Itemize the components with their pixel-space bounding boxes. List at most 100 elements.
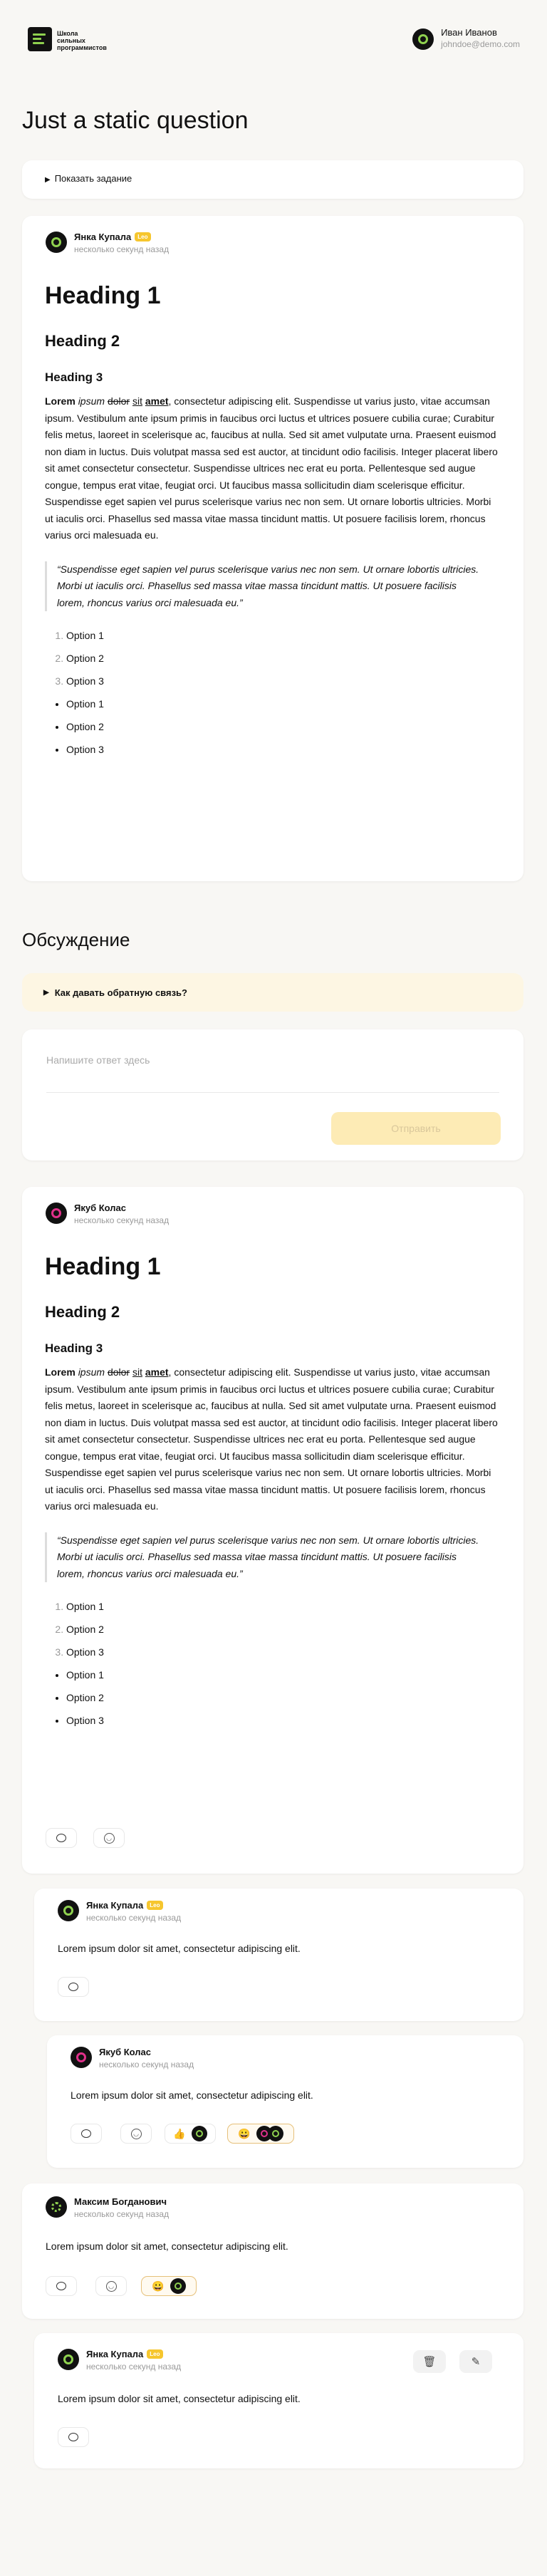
author-name[interactable]: Якуб Колас <box>99 2047 151 2057</box>
list-item: Option 1 <box>66 1595 501 1618</box>
blockquote: “Suspendisse eget sapien vel purus scele… <box>45 561 486 611</box>
list-item: Option 2 <box>66 647 501 670</box>
question-body: Heading 1 Heading 2 Heading 3 Lorem ipsu… <box>45 281 501 761</box>
top-header: Школа сильных программистов Иван Иванов … <box>0 0 547 80</box>
list-item: Option 3 <box>66 1709 501 1732</box>
author-avatar <box>46 2196 67 2218</box>
author-name[interactable]: Янка Купала <box>74 232 131 242</box>
list-item: Option 3 <box>66 670 501 692</box>
author-badge: Leo <box>135 232 151 242</box>
answer-form: Напишите ответ здесь Отправить <box>22 1029 523 1160</box>
comment-bubble-icon <box>56 2282 66 2290</box>
paragraph: Lorem ipsum dolor sit amet, consectetur … <box>45 1366 498 1512</box>
comment-text: Lorem ipsum dolor sit amet, consectetur … <box>71 2089 313 2101</box>
comment-bubble-icon <box>81 2129 91 2138</box>
comment-card: Янка Купала Leo несколько секунд назад 🗑 … <box>34 2333 523 2468</box>
brand-name: Школа сильных программистов <box>57 30 107 51</box>
user-avatar <box>412 28 434 50</box>
comment-bubble-icon <box>56 1834 66 1842</box>
reply-button[interactable] <box>46 1828 77 1848</box>
reply-button[interactable] <box>46 2276 77 2296</box>
comment-text: Lorem ipsum dolor sit amet, consectetur … <box>58 1943 301 1954</box>
comment-text: Lorem ipsum dolor sit amet, consectetur … <box>46 2240 288 2252</box>
heading-2: Heading 2 <box>45 332 120 350</box>
reactor-avatar <box>170 2278 186 2294</box>
add-reaction-button[interactable]: ◡ <box>93 1828 125 1848</box>
author-name[interactable]: Янка Купала <box>86 2349 143 2359</box>
post-time: несколько секунд назад <box>86 2362 182 2372</box>
comment-card: Янка Купала Leo несколько секунд назад Lo… <box>34 1889 523 2021</box>
user-menu[interactable]: Иван Иванов johndoe@demo.com <box>412 27 520 50</box>
heading-1: Heading 1 <box>45 282 161 309</box>
author-avatar <box>58 2349 79 2370</box>
ordered-list: Option 1 Option 2 Option 3 <box>45 624 501 692</box>
list-item: Option 2 <box>66 1618 501 1641</box>
comment-card: Максим Богданович несколько секунд назад… <box>22 2183 523 2319</box>
blockquote: “Suspendisse eget sapien vel purus scele… <box>45 1532 486 1582</box>
feedback-toggle[interactable]: ▶ Как давать обратную связь? <box>22 973 523 1012</box>
bullet-list: Option 1 Option 2 Option 3 <box>45 1663 501 1732</box>
author-avatar <box>46 1203 67 1224</box>
comment-text: Lorem ipsum dolor sit amet, consectetur … <box>58 2393 301 2404</box>
heading-3: Heading 3 <box>45 370 103 384</box>
reaction-thumbs-up[interactable]: 👍 <box>165 2124 216 2144</box>
heading-2: Heading 2 <box>45 1303 120 1321</box>
reaction-smile[interactable]: 😀 <box>141 2276 197 2296</box>
list-item: Option 2 <box>66 715 501 738</box>
list-item: Option 2 <box>66 1686 501 1709</box>
question-card: Янка Купала Leo несколько секунд назад He… <box>22 216 523 881</box>
author-avatar <box>58 1900 79 1921</box>
pencil-icon: ✎ <box>471 2356 481 2368</box>
submit-button[interactable]: Отправить <box>331 1112 501 1145</box>
triangle-right-icon: ▶ <box>45 176 51 184</box>
answer-input[interactable]: Напишите ответ здесь <box>46 1054 150 1066</box>
reply-button[interactable] <box>58 1977 89 1997</box>
comment-bubble-icon <box>68 1983 78 1991</box>
reply-button[interactable] <box>71 2124 102 2144</box>
comment-body: Heading 1 Heading 2 Heading 3 Lorem ipsu… <box>45 1252 501 1732</box>
author-name[interactable]: Якуб Колас <box>74 1203 126 1213</box>
grinning-face-icon: 😀 <box>152 2280 165 2292</box>
discussion-title: Обсуждение <box>22 929 130 950</box>
reaction-smile[interactable]: 😀 <box>227 2124 294 2144</box>
page-title: Just a static question <box>22 107 249 134</box>
post-time: несколько секунд назад <box>74 1215 170 1225</box>
list-item: Option 1 <box>66 692 501 715</box>
ordered-list: Option 1 Option 2 Option 3 <box>45 1595 501 1663</box>
reactor-avatar <box>267 2126 283 2141</box>
post-time: несколько секунд назад <box>99 2060 194 2069</box>
triangle-right-icon: ▶ <box>43 988 49 997</box>
thumbs-up-icon: 👍 <box>173 2127 186 2139</box>
post-time: несколько секунд назад <box>86 1913 182 1923</box>
author-avatar <box>71 2047 92 2068</box>
heading-1: Heading 1 <box>45 1253 161 1280</box>
author-badge: Leo <box>147 1901 163 1910</box>
edit-button[interactable]: ✎ <box>459 2350 492 2373</box>
reply-button[interactable] <box>58 2427 89 2447</box>
grinning-face-icon: 😀 <box>238 2127 251 2139</box>
task-toggle-label: Показать задание <box>54 173 132 184</box>
delete-button[interactable]: 🗑 <box>413 2350 446 2373</box>
emoji-smile-icon: ◡ <box>103 1832 115 1844</box>
author-badge: Leo <box>147 2349 163 2359</box>
post-time: несколько секунд назад <box>74 244 170 254</box>
comment-bubble-icon <box>68 2433 78 2441</box>
paragraph: Lorem ipsum dolor sit amet, consectetur … <box>45 395 498 541</box>
author-avatar <box>46 232 67 253</box>
school-logo-icon[interactable] <box>28 27 52 51</box>
emoji-smile-icon: ◡ <box>130 2128 142 2139</box>
heading-3: Heading 3 <box>45 1341 103 1355</box>
task-toggle[interactable]: ▶ Показать задание <box>22 160 523 199</box>
user-name: Иван Иванов <box>441 27 497 38</box>
list-item: Option 1 <box>66 624 501 647</box>
author-name[interactable]: Максим Богданович <box>74 2196 167 2207</box>
comment-card: Якуб Колас несколько секунд назад Headin… <box>22 1187 523 1874</box>
feedback-toggle-label: Как давать обратную связь? <box>54 987 187 998</box>
add-reaction-button[interactable]: ◡ <box>95 2276 127 2296</box>
user-email: johndoe@demo.com <box>441 39 520 49</box>
bullet-list: Option 1 Option 2 Option 3 <box>45 692 501 761</box>
author-name[interactable]: Янка Купала <box>86 1900 143 1911</box>
post-time: несколько секунд назад <box>74 2209 170 2219</box>
list-item: Option 1 <box>66 1663 501 1686</box>
add-reaction-button[interactable]: ◡ <box>120 2124 152 2144</box>
